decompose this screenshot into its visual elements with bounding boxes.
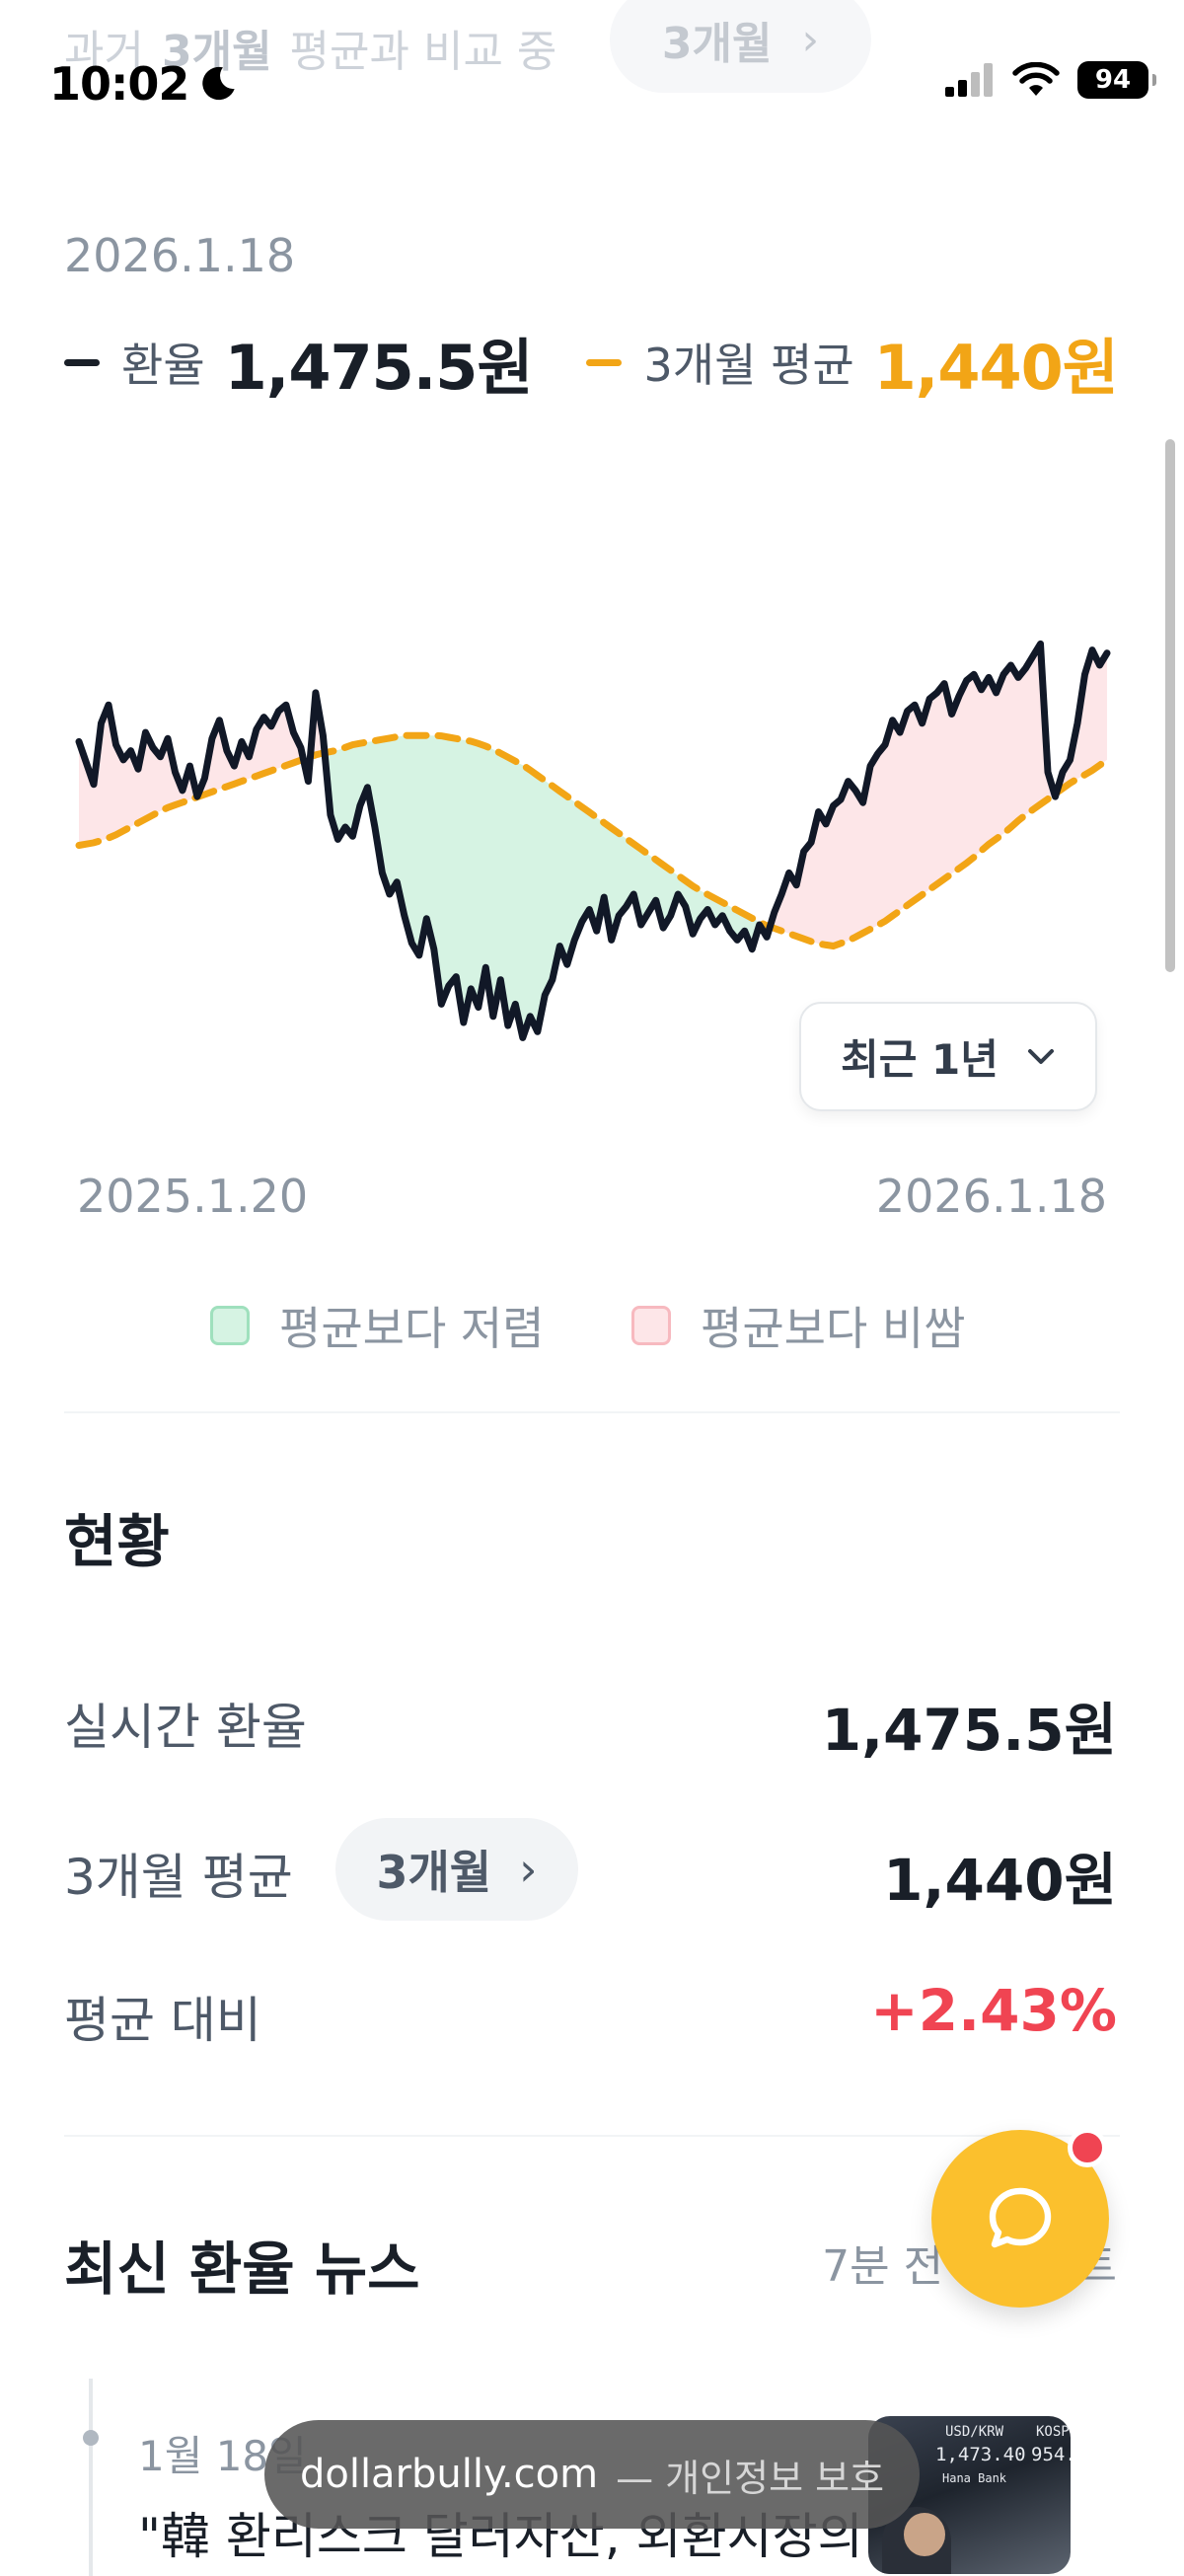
- avg-value: 1,440원: [873, 332, 1119, 404]
- rate-label: 환율: [121, 339, 205, 392]
- notification-badge: [1068, 2128, 1107, 2167]
- realtime-rate-value: 1,475.5원: [821, 1697, 1117, 1764]
- range-select-button[interactable]: 최근 1년: [799, 1002, 1097, 1111]
- legend-cheap: 평균보다 저렴: [210, 1293, 545, 1358]
- rate-line-marker: [64, 358, 100, 366]
- realtime-rate-label: 실시간 환율: [64, 1699, 307, 1756]
- x-axis-start-label: 2025.1.20: [77, 1170, 309, 1223]
- diff-value: +2.43%: [870, 1977, 1117, 2044]
- avg-label: 3개월 평균: [643, 339, 854, 392]
- diff-label: 평균 대비: [64, 1992, 261, 2049]
- expensive-swatch: [631, 1306, 671, 1345]
- avg-line-marker: [586, 358, 623, 366]
- status-time: 10:02: [49, 57, 238, 111]
- thumbnail-face: [904, 2513, 945, 2556]
- privacy-toast: dollarbully.com — 개인정보 보호: [264, 2420, 920, 2529]
- chevron-down-icon: [1027, 1048, 1054, 1064]
- status-icons: 94: [945, 61, 1156, 99]
- chart-values-legend: 환율 1,475.5원 3개월 평균 1,440원: [64, 318, 1119, 407]
- battery-indicator: 94: [1077, 61, 1156, 99]
- moon-icon: [202, 66, 236, 101]
- avg-rate-value: 1,440원: [883, 1847, 1117, 1914]
- status-section-title: 현황: [64, 1508, 170, 1575]
- chevron-right-icon: ›: [801, 14, 820, 65]
- news-section-title: 최신 환율 뉴스: [64, 2235, 420, 2303]
- cellular-signal-icon: [945, 63, 993, 97]
- x-axis-end-label: 2026.1.18: [875, 1170, 1107, 1223]
- sticky-period-pill[interactable]: 3개월 ›: [610, 0, 871, 93]
- chat-bubble-icon: [989, 2187, 1052, 2248]
- timeline-dot: [83, 2430, 99, 2446]
- avg-period-pill[interactable]: 3개월 ›: [335, 1818, 578, 1921]
- chart-selected-date: 2026.1.18: [64, 229, 296, 282]
- news-timeline: [89, 2379, 93, 2576]
- rate-value: 1,475.5원: [224, 332, 534, 404]
- legend-expensive: 평균보다 비쌈: [631, 1293, 966, 1358]
- divider: [64, 1411, 1120, 1413]
- divider: [64, 2135, 1120, 2137]
- chevron-right-icon: ›: [519, 1843, 538, 1896]
- wifi-icon: [1012, 62, 1060, 96]
- avg-rate-label: 3개월 평균: [64, 1849, 293, 1906]
- cheap-swatch: [210, 1306, 250, 1345]
